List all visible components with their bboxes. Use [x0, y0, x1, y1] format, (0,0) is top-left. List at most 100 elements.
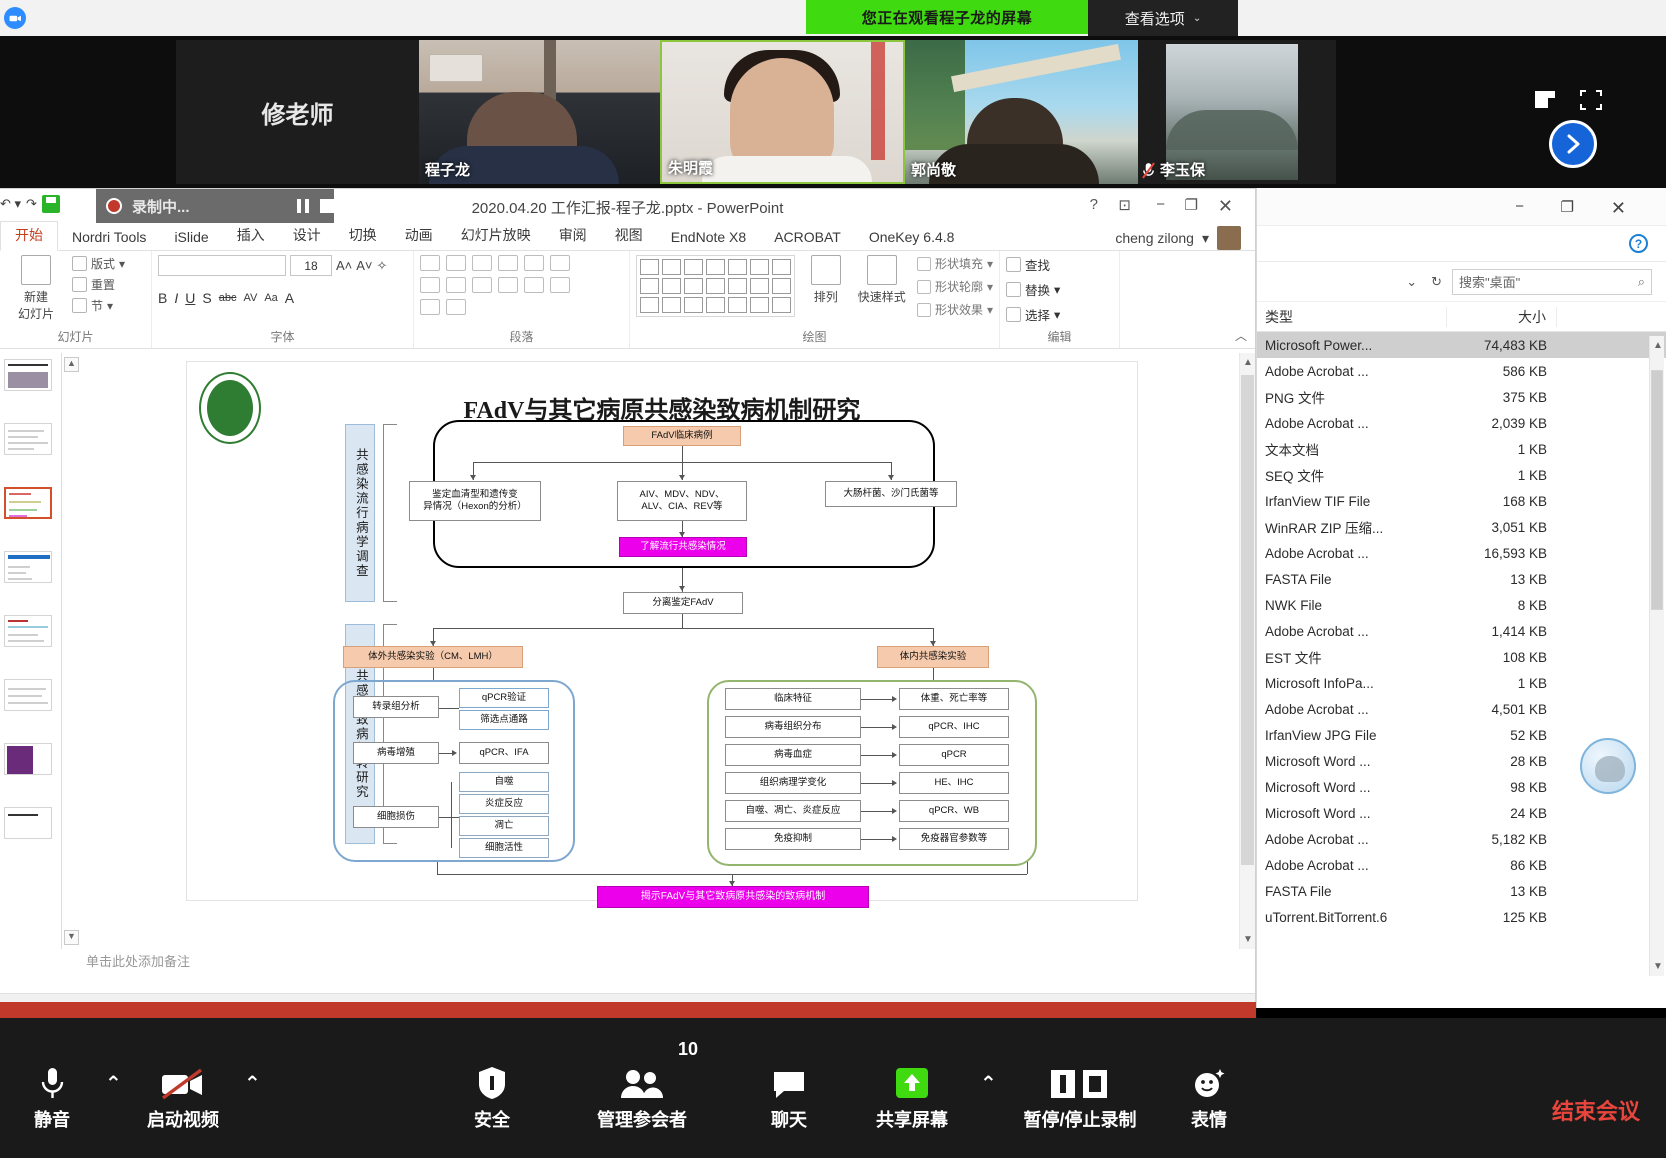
reactions-button[interactable]: 表情 [1174, 1056, 1244, 1132]
layout-button[interactable]: 版式 ▾ [72, 255, 125, 272]
shape-effects-button[interactable]: 形状效果 ▾ [916, 301, 993, 318]
arrange-button[interactable]: 排列 [805, 255, 846, 305]
shape-textbox-icon[interactable] [640, 259, 659, 275]
thumbnail-scroll-down-button[interactable]: ▼ [64, 930, 79, 945]
security-button[interactable]: 安全 [452, 1056, 532, 1132]
replace-button[interactable]: 替换 ▾ [1006, 280, 1060, 299]
refresh-icon[interactable]: ↻ [1427, 274, 1446, 290]
table-row[interactable]: Microsoft Power... 74,483 KB [1257, 332, 1666, 358]
chat-button[interactable]: 聊天 [754, 1056, 824, 1132]
shape-oval-icon[interactable] [750, 259, 769, 275]
chevron-down-icon[interactable]: ▾ [1202, 230, 1209, 247]
decrease-font-icon[interactable]: A˅ [356, 258, 372, 273]
reset-button[interactable]: 重置 [72, 276, 125, 293]
explorer-address-bar[interactable]: ⌄ ↻ 搜索"桌面" ⌕ [1257, 262, 1666, 302]
search-input[interactable]: 搜索"桌面" ⌕ [1452, 268, 1652, 295]
video-options-caret-icon[interactable]: ⌃ [244, 1071, 261, 1096]
scroll-down-icon[interactable]: ▼ [1653, 961, 1663, 972]
decrease-indent-icon[interactable] [472, 255, 492, 271]
table-row[interactable]: Adobe Acrobat ... 5,182 KB [1257, 826, 1666, 852]
account-area[interactable]: cheng zilong ▾ [1115, 226, 1241, 250]
ribbon-display-options-button[interactable]: ⊡ [1118, 196, 1131, 214]
ribbon-tab[interactable]: 切换 [335, 222, 391, 250]
paragraph-icon-row-1[interactable] [420, 255, 570, 271]
shape-arrow-down-icon[interactable] [750, 278, 769, 294]
shape-elbow2-icon[interactable] [706, 278, 725, 294]
font-color-button[interactable]: A [285, 290, 294, 306]
share-options-caret-icon[interactable]: ⌃ [980, 1071, 997, 1096]
ribbon-tab[interactable]: EndNote X8 [657, 226, 761, 250]
new-slide-button[interactable]: 新建 幻灯片 [6, 255, 66, 322]
view-options-button[interactable]: 查看选项 ⌄ [1088, 0, 1238, 36]
table-row[interactable]: PNG 文件 375 KB [1257, 384, 1666, 410]
powerpoint-minimize-button[interactable]: − [1156, 196, 1165, 213]
text-direction-icon[interactable] [550, 255, 570, 271]
ribbon-tab[interactable]: 设计 [279, 222, 335, 250]
manage-participants-button[interactable]: 管理参会者 [572, 1056, 712, 1132]
table-row[interactable]: Adobe Acrobat ... 4,501 KB [1257, 696, 1666, 722]
shape-frame-icon[interactable] [662, 259, 681, 275]
shape-scribble-icon[interactable] [706, 297, 725, 313]
slide-thumbnail[interactable] [4, 615, 52, 647]
explorer-maximize-button[interactable]: ❐ [1561, 198, 1574, 216]
video-tile-host[interactable]: 修老师 [176, 40, 419, 184]
thumbnail-scroll-up-button[interactable]: ▲ [64, 357, 79, 372]
strikethrough-button[interactable]: abc [219, 292, 237, 304]
table-row[interactable]: EST 文件 108 KB [1257, 644, 1666, 670]
shape-arrow-right-icon[interactable] [728, 278, 747, 294]
align-left-icon[interactable] [420, 277, 440, 293]
ribbon-tab[interactable]: ACROBAT [760, 226, 855, 250]
underline-button[interactable]: U [185, 290, 195, 306]
paragraph-icon-row-3[interactable] [420, 299, 570, 315]
shape-more-1-icon[interactable] [772, 259, 791, 275]
account-avatar[interactable] [1217, 226, 1241, 250]
table-row[interactable]: FASTA File 13 KB [1257, 878, 1666, 904]
table-row[interactable]: WinRAR ZIP 压缩... 3,051 KB [1257, 514, 1666, 540]
shape-outline-button[interactable]: 形状轮廓 ▾ [916, 278, 993, 295]
slide-canvas[interactable]: FAdV与其它病原共感染致病机制研究 共感染流行病学调查 共感染致病机转研究 F… [186, 361, 1138, 908]
address-dropdown-icon[interactable]: ⌄ [1402, 274, 1421, 290]
paragraph-icon-row-2[interactable] [420, 277, 570, 293]
bullets-icon[interactable] [420, 255, 440, 271]
slide-vertical-scrollbar[interactable]: ▲ ▼ [1239, 353, 1255, 949]
ribbon-tab[interactable]: 视图 [601, 222, 657, 250]
ribbon-tab[interactable]: 动画 [391, 222, 447, 250]
section-button[interactable]: 节 ▾ [72, 297, 125, 314]
font-size-input[interactable]: 18 [290, 255, 332, 276]
ribbon-tab[interactable]: 插入 [223, 222, 279, 250]
column-header-size[interactable]: 大小 [1447, 306, 1557, 327]
align-text-icon[interactable] [550, 277, 570, 293]
table-row[interactable]: SEQ 文件 1 KB [1257, 462, 1666, 488]
table-row[interactable]: Adobe Acrobat ... 16,593 KB [1257, 540, 1666, 566]
increase-font-icon[interactable]: A˄ [336, 258, 352, 273]
change-case-button[interactable]: Aa [264, 292, 277, 304]
explorer-close-button[interactable]: ✕ [1611, 198, 1626, 219]
video-tile-participant[interactable]: 郭尚敬 [905, 40, 1138, 184]
table-row[interactable]: 文本文档 1 KB [1257, 436, 1666, 462]
shape-freeform-icon[interactable] [662, 297, 681, 313]
notes-placeholder[interactable]: 单击此处添加备注 [80, 951, 1237, 993]
slide-scroll-up-icon[interactable]: ▲ [1243, 357, 1253, 368]
shape-fill-button[interactable]: 形状填充 ▾ [916, 255, 993, 272]
shape-rbrace-icon[interactable] [750, 297, 769, 313]
powerpoint-close-button[interactable]: ✕ [1218, 196, 1233, 217]
shape-curve-icon[interactable] [684, 297, 703, 313]
slide-thumbnail[interactable] [4, 743, 52, 775]
slide-thumbnail[interactable] [4, 359, 52, 391]
scroll-up-icon[interactable]: ▲ [1653, 340, 1663, 351]
slide-thumbnail[interactable] [4, 551, 52, 583]
select-button[interactable]: 选择 ▾ [1006, 305, 1060, 324]
find-button[interactable]: 查找 [1006, 255, 1060, 274]
shape-arrow-icon[interactable] [706, 259, 725, 275]
ribbon-tab[interactable]: iSlide [160, 226, 222, 250]
powerpoint-maximize-button[interactable]: ❐ [1185, 196, 1198, 214]
next-page-button[interactable] [1549, 120, 1597, 168]
table-row[interactable]: Microsoft InfoPa... 1 KB [1257, 670, 1666, 696]
ribbon-tab[interactable]: 审阅 [545, 222, 601, 250]
align-center-icon[interactable] [446, 277, 466, 293]
slide-thumbnail-pane[interactable] [0, 353, 62, 949]
shape-elbow-icon[interactable] [684, 278, 703, 294]
table-row[interactable]: uTorrent.BitTorrent.6 125 KB [1257, 904, 1666, 930]
share-screen-button[interactable]: 共享屏幕 [862, 1056, 962, 1132]
smartart-2-icon[interactable] [446, 299, 466, 315]
